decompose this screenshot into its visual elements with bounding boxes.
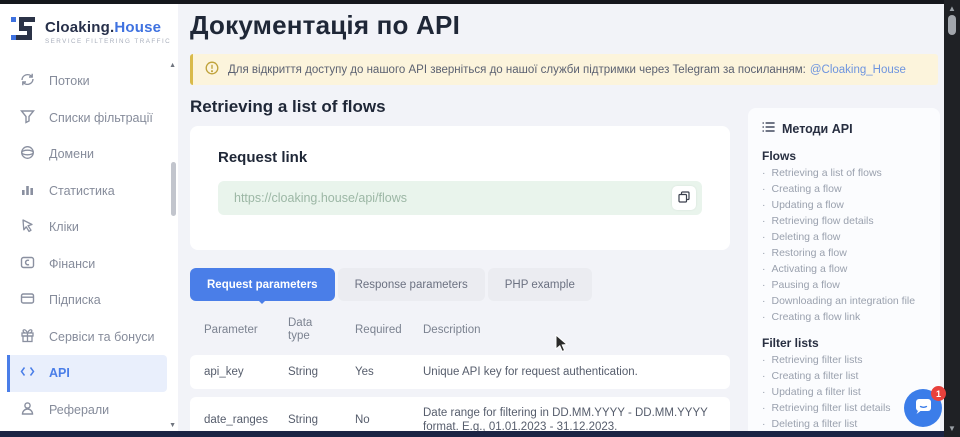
brand-logo-icon	[10, 14, 37, 49]
method-link[interactable]: Deleting a flow	[762, 232, 926, 243]
page-title: Документація по API	[190, 10, 938, 41]
page-scrollbar[interactable]: ▲ ▼	[944, 0, 960, 437]
brand-logo[interactable]: Cloaking.House SERVICE FILTERING TRAFFIC	[0, 4, 178, 49]
api-methods-title: Методи API	[782, 122, 853, 136]
request-link-card: Request link https://cloaking.house/api/…	[190, 126, 730, 250]
api-methods-panel: Методи API Flows Retrieving a list of fl…	[748, 108, 940, 437]
column-header-parameter: Parameter	[204, 324, 288, 336]
info-icon	[205, 61, 219, 78]
method-link[interactable]: Deleting a filter list	[762, 419, 926, 430]
top-window-bar	[0, 0, 960, 4]
copy-button[interactable]	[672, 186, 696, 210]
sidebar-item-label: Фінанси	[49, 257, 95, 271]
method-link[interactable]: Creating a filter list	[762, 371, 926, 382]
cell-description: Date range for filtering in DD.MM.YYYY -…	[423, 406, 730, 434]
sidebar-item-label: Потоки	[49, 74, 90, 88]
chat-bubble-icon	[914, 397, 933, 420]
chat-unread-badge: 1	[931, 386, 946, 401]
method-link[interactable]: Restoring a flow	[762, 248, 926, 259]
method-link[interactable]: Activating a flow	[762, 264, 926, 275]
chat-widget-button[interactable]: 1	[904, 389, 942, 427]
brand-text: Cloaking.House SERVICE FILTERING TRAFFIC	[45, 19, 171, 45]
bar-chart-icon	[20, 182, 35, 200]
tab-php-example[interactable]: PHP example	[488, 268, 592, 301]
column-header-required: Required	[355, 324, 423, 336]
request-url-field: https://cloaking.house/api/flows	[218, 181, 702, 215]
page-scrollbar-thumb[interactable]	[948, 15, 956, 35]
method-link[interactable]: Creating a flow	[762, 184, 926, 195]
tab-request-parameters[interactable]: Request parameters	[190, 268, 335, 301]
sidebar-scrollbar-thumb[interactable]	[171, 162, 176, 216]
method-link[interactable]: Retrieving filter lists	[762, 355, 926, 366]
sidebar-scroll-down-icon[interactable]: ▼	[169, 422, 176, 429]
sidebar-item-label: Списки фільтрації	[49, 111, 153, 125]
sidebar-item-label: Сервіси та бонуси	[49, 330, 154, 344]
filter-icon	[20, 109, 35, 127]
sidebar-item-label: Статистика	[49, 184, 115, 198]
method-link[interactable]: Retrieving filter list details	[762, 403, 926, 414]
sidebar-item-label: Реферали	[49, 403, 109, 417]
user-icon	[20, 401, 35, 419]
cell-description: Unique API key for request authenticatio…	[423, 365, 730, 379]
method-link[interactable]: Pausing a flow	[762, 280, 926, 291]
wallet-icon	[20, 291, 35, 309]
notice-text: Для відкриття доступу до нашого API звер…	[228, 64, 906, 76]
brand-tagline: SERVICE FILTERING TRAFFIC	[45, 38, 171, 45]
column-header-data-type: Data type	[288, 317, 324, 343]
sync-icon	[20, 72, 35, 90]
method-link[interactable]: Retrieving a list of flows	[762, 168, 926, 179]
scroll-up-icon[interactable]: ▲	[944, 4, 960, 14]
sidebar-item-label: Домени	[49, 147, 94, 161]
tab-response-parameters[interactable]: Response parameters	[338, 268, 485, 301]
method-link[interactable]: Creating a flow link	[762, 312, 926, 323]
gift-icon	[20, 328, 35, 346]
sidebar-item-statistics[interactable]: Статистика	[0, 173, 178, 210]
globe-icon	[20, 145, 35, 163]
column-header-description: Description	[423, 324, 730, 336]
cell-parameter: api_key	[204, 366, 288, 378]
methods-group-flows: Flows	[762, 149, 926, 163]
sidebar-item-flows[interactable]: Потоки	[0, 63, 178, 100]
credit-card-icon	[20, 255, 35, 273]
method-link[interactable]: Retrieving flow details	[762, 216, 926, 227]
sidebar-item-label: Підписка	[49, 293, 101, 307]
cell-data-type: String	[288, 414, 355, 426]
table-header-row: Parameter Data type Required Description	[190, 311, 730, 349]
sidebar-item-api[interactable]: API	[7, 355, 167, 392]
method-link[interactable]: Updating a flow	[762, 200, 926, 211]
copy-icon	[678, 191, 690, 206]
list-icon	[762, 121, 775, 136]
methods-group-filter-lists: Filter lists	[762, 336, 926, 350]
method-link[interactable]: Downloading an integration file	[762, 296, 926, 307]
request-url: https://cloaking.house/api/flows	[234, 191, 672, 205]
sidebar-scroll-up-icon[interactable]: ▲	[169, 62, 176, 69]
cell-required: Yes	[355, 366, 423, 378]
cell-required: No	[355, 414, 423, 426]
sidebar-menu: Потоки Списки фільтрації Домени Статисти…	[0, 63, 178, 428]
code-icon	[20, 364, 35, 382]
sidebar-item-finance[interactable]: Фінанси	[0, 246, 178, 283]
table-row[interactable]: api_key String Yes Unique API key for re…	[190, 355, 730, 389]
cell-parameter: date_ranges	[204, 414, 288, 426]
sidebar-item-subscription[interactable]: Підписка	[0, 282, 178, 319]
method-link[interactable]: Updating a filter list	[762, 387, 926, 398]
bottom-window-bar	[0, 431, 944, 437]
sidebar-item-label: Кліки	[49, 220, 79, 234]
sidebar-item-clicks[interactable]: Кліки	[0, 209, 178, 246]
cell-data-type: String	[288, 366, 355, 378]
cursor-click-icon	[20, 218, 35, 236]
notice-banner: Для відкриття доступу до нашого API звер…	[190, 54, 938, 85]
request-link-title: Request link	[218, 149, 702, 166]
sidebar-item-filter-lists[interactable]: Списки фільтрації	[0, 100, 178, 137]
scroll-down-icon[interactable]: ▼	[944, 424, 960, 434]
sidebar-item-domains[interactable]: Домени	[0, 136, 178, 173]
sidebar-item-referrals[interactable]: Реферали	[0, 392, 178, 429]
brand-name: Cloaking.House	[45, 19, 171, 36]
api-methods-header: Методи API	[762, 121, 926, 136]
telegram-link[interactable]: @Cloaking_House	[810, 64, 906, 76]
sidebar-item-services[interactable]: Сервіси та бонуси	[0, 319, 178, 356]
sidebar: Cloaking.House SERVICE FILTERING TRAFFIC…	[0, 4, 178, 437]
sidebar-item-label: API	[49, 366, 70, 380]
